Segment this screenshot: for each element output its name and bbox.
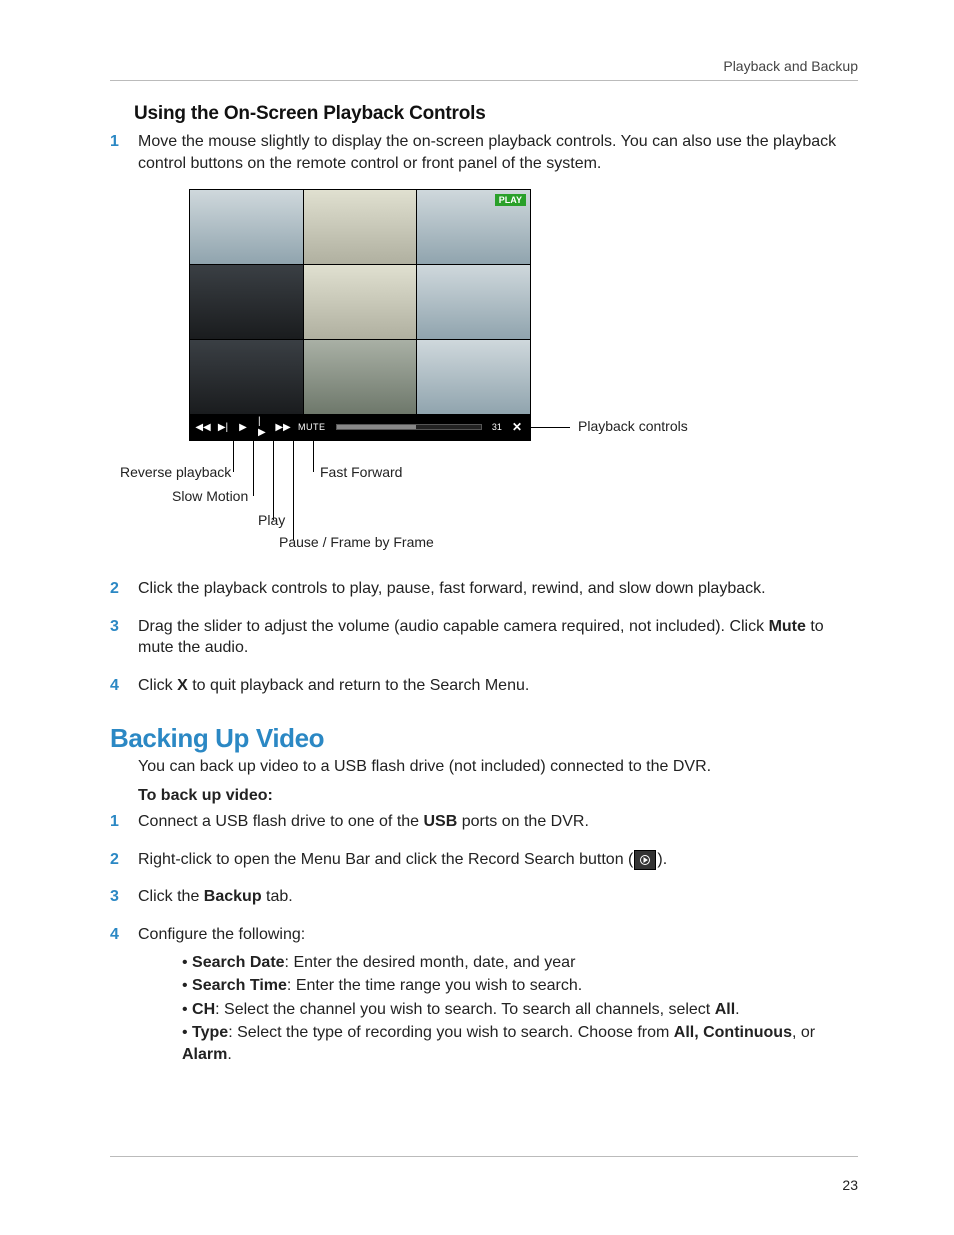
camera-tile <box>304 340 417 414</box>
camera-grid: PLAY <box>190 190 530 414</box>
text: tab. <box>262 888 293 905</box>
subsection-heading-playback: Using the On-Screen Playback Controls <box>134 103 858 125</box>
text: Drag the slider to adjust the volume (au… <box>138 618 769 635</box>
camera-tile <box>304 265 417 339</box>
callout-line <box>313 440 314 472</box>
camera-tile <box>304 190 417 264</box>
playback-steps-continued: Click the playback controls to play, pau… <box>110 578 858 696</box>
playback-figure: PLAY ◀◀ ▶| ▶ |▶ ▶▶ MUTE <box>110 190 858 560</box>
text: Configure the following: <box>138 926 305 943</box>
callout-ff: Fast Forward <box>320 464 402 480</box>
reverse-playback-icon[interactable]: ◀◀ <box>198 422 208 433</box>
label: Search Time <box>192 977 287 994</box>
text: to quit playback and return to the Searc… <box>188 677 530 694</box>
camera-tile <box>417 340 530 414</box>
header-divider <box>110 80 858 81</box>
step-1: Move the mouse slightly to display the o… <box>110 131 858 174</box>
text: ). <box>657 851 667 868</box>
close-icon[interactable]: ✕ <box>512 420 522 434</box>
all-continuous-bold: All, Continuous <box>674 1024 792 1041</box>
x-bold: X <box>177 677 188 694</box>
backup-leadin: To back up video: <box>138 787 858 805</box>
page: Playback and Backup Using the On-Screen … <box>0 0 954 1235</box>
volume-value: 31 <box>492 422 502 432</box>
backup-steps: Connect a USB flash drive to one of the … <box>110 811 858 1065</box>
callout-pause: Pause / Frame by Frame <box>279 534 434 550</box>
step-4: Click X to quit playback and return to t… <box>110 675 858 697</box>
callout-playback-controls: Playback controls <box>578 418 688 434</box>
callout-line <box>273 440 274 520</box>
bullet-search-time: Search Time: Enter the time range you wi… <box>182 975 858 997</box>
text: : Select the type of recording you wish … <box>228 1024 674 1041</box>
text: Connect a USB flash drive to one of the <box>138 813 424 830</box>
text: Click the <box>138 888 204 905</box>
bullet-type: Type: Select the type of recording you w… <box>182 1022 858 1065</box>
all-bold: All <box>715 1001 735 1018</box>
header-breadcrumb: Playback and Backup <box>110 58 858 74</box>
bullet-search-date: Search Date: Enter the desired month, da… <box>182 952 858 974</box>
volume-slider[interactable] <box>336 424 482 430</box>
text: : Enter the desired month, date, and yea… <box>285 954 576 971</box>
bullet-ch: CH: Select the channel you wish to searc… <box>182 999 858 1021</box>
text: Right-click to open the Menu Bar and cli… <box>138 851 633 868</box>
text: . <box>735 1001 739 1018</box>
callout-reverse: Reverse playback <box>120 464 230 480</box>
step-3: Drag the slider to adjust the volume (au… <box>110 616 858 659</box>
play-icon[interactable]: ▶ <box>238 422 248 433</box>
text: : Enter the time range you wish to searc… <box>287 977 582 994</box>
step-4: Configure the following: Search Date: En… <box>110 924 858 1066</box>
callout-play: Play <box>258 512 285 528</box>
step-2: Right-click to open the Menu Bar and cli… <box>110 849 858 871</box>
camera-tile <box>417 265 530 339</box>
record-search-icon <box>634 850 656 870</box>
page-number: 23 <box>842 1177 858 1193</box>
usb-bold: USB <box>424 813 458 830</box>
camera-tile: PLAY <box>417 190 530 264</box>
dvr-screenshot: PLAY ◀◀ ▶| ▶ |▶ ▶▶ MUTE <box>190 190 530 440</box>
camera-tile <box>190 265 303 339</box>
callout-line <box>253 440 254 496</box>
text: Click <box>138 677 177 694</box>
slow-motion-icon[interactable]: ▶| <box>218 422 228 433</box>
label: CH <box>192 1001 215 1018</box>
camera-tile <box>190 340 303 414</box>
footer-divider <box>110 1156 858 1157</box>
backup-intro: You can back up video to a USB flash dri… <box>138 756 858 778</box>
text: ports on the DVR. <box>457 813 589 830</box>
text: . <box>227 1046 231 1063</box>
alarm-bold: Alarm <box>182 1046 227 1063</box>
backup-config-bullets: Search Date: Enter the desired month, da… <box>182 952 858 1066</box>
camera-tile <box>190 190 303 264</box>
pause-frame-icon[interactable]: |▶ <box>258 416 268 438</box>
callout-line <box>233 440 234 472</box>
text: : Select the channel you wish to search.… <box>215 1001 715 1018</box>
mute-bold: Mute <box>769 618 806 635</box>
label: Search Date <box>192 954 285 971</box>
step-1: Connect a USB flash drive to one of the … <box>110 811 858 833</box>
backup-bold: Backup <box>204 888 262 905</box>
fast-forward-icon[interactable]: ▶▶ <box>278 422 288 433</box>
section-heading-backup: Backing Up Video <box>110 723 858 754</box>
callout-line <box>293 440 294 540</box>
callout-line <box>530 427 570 428</box>
step-2: Click the playback controls to play, pau… <box>110 578 858 600</box>
playback-steps: Move the mouse slightly to display the o… <box>110 131 858 174</box>
callout-slow: Slow Motion <box>172 488 248 504</box>
playback-control-bar: ◀◀ ▶| ▶ |▶ ▶▶ MUTE 31 ✕ <box>190 414 530 440</box>
play-badge: PLAY <box>495 194 526 206</box>
text: , or <box>792 1024 815 1041</box>
label: Type <box>192 1024 228 1041</box>
mute-label[interactable]: MUTE <box>298 422 326 432</box>
step-3: Click the Backup tab. <box>110 886 858 908</box>
